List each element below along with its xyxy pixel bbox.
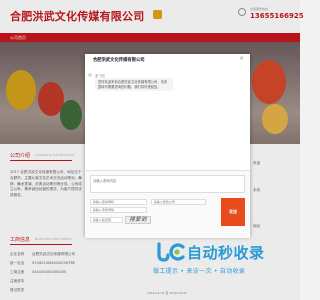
- watermark-tagline: 做工提示 • 来访一次 • 自动收录: [153, 268, 246, 275]
- close-icon[interactable]: ×: [239, 56, 244, 62]
- watermark-title: 自动秒收录: [187, 244, 265, 262]
- captcha-field[interactable]: [90, 217, 123, 223]
- company-field[interactable]: [151, 199, 206, 205]
- chat-title: 合肥洪武文化传媒有限公司: [93, 58, 145, 63]
- name-field[interactable]: [90, 199, 147, 205]
- chat-form: 排爱剑 发送: [85, 170, 250, 238]
- chat-messages: 客飞翔 您好欢迎来到合肥洪武文化传媒有限公司，请完整填写需要咨询的问题，我们将尽…: [85, 65, 250, 170]
- watermark: 自动秒收录 做工提示 • 来访一次 • 自动收录: [153, 241, 293, 281]
- message-input[interactable]: [90, 175, 245, 193]
- agent-message: 您好欢迎来到合肥洪武文化传媒有限公司，请完整填写需要咨询的问题，我们将尽快回复。: [95, 78, 173, 92]
- phone-field[interactable]: [90, 207, 147, 213]
- watermark-logo-icon: [157, 242, 185, 262]
- agent-avatar: [88, 73, 92, 77]
- send-button[interactable]: 发送: [221, 198, 245, 226]
- captcha-image[interactable]: 排爱剑: [125, 216, 151, 224]
- consult-chat-dialog: 合肥洪武文化传媒有限公司 × 客飞翔 您好欢迎来到合肥洪武文化传媒有限公司，请完…: [85, 54, 250, 238]
